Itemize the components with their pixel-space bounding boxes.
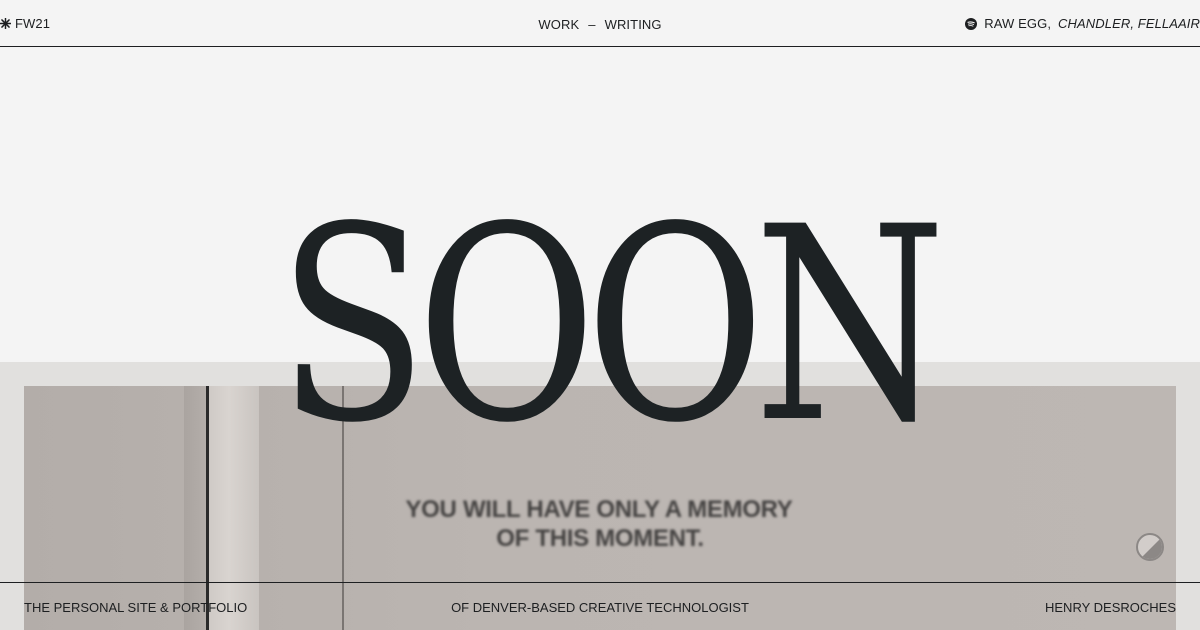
nav-link-writing[interactable]: WRITING: [605, 17, 662, 32]
nav-separator: –: [588, 17, 596, 32]
now-playing[interactable]: RAW EGG, CHANDLER, FELLAAIR: [965, 16, 1200, 31]
footer-author-name: HENRY DESROCHES: [1045, 600, 1176, 615]
footer-bar: THE PERSONAL SITE & PORTFOLIO OF DENVER-…: [0, 582, 1200, 630]
memory-line-2: OF THIS MOMENT.: [496, 525, 704, 552]
spotify-icon: [965, 17, 978, 30]
memory-line-1: YOU WILL HAVE ONLY A MEMORY: [405, 496, 793, 523]
now-playing-title: RAW EGG,: [984, 16, 1052, 31]
theme-toggle-button[interactable]: [1136, 533, 1164, 561]
top-bar: FW21 WORK – WRITING RAW EGG, CHANDLER, FELL…: [0, 0, 1200, 47]
footer-tagline-center: OF DENVER-BASED CREATIVE TECHNOLOGIST: [451, 600, 749, 615]
nav-link-work[interactable]: WORK: [538, 17, 579, 32]
now-playing-artists: CHANDLER, FELLAAIR: [1058, 16, 1200, 31]
half-moon-icon: [1138, 535, 1162, 559]
memory-text: YOU WILL HAVE ONLY A MEMORY OF THIS MOME…: [24, 495, 1176, 553]
